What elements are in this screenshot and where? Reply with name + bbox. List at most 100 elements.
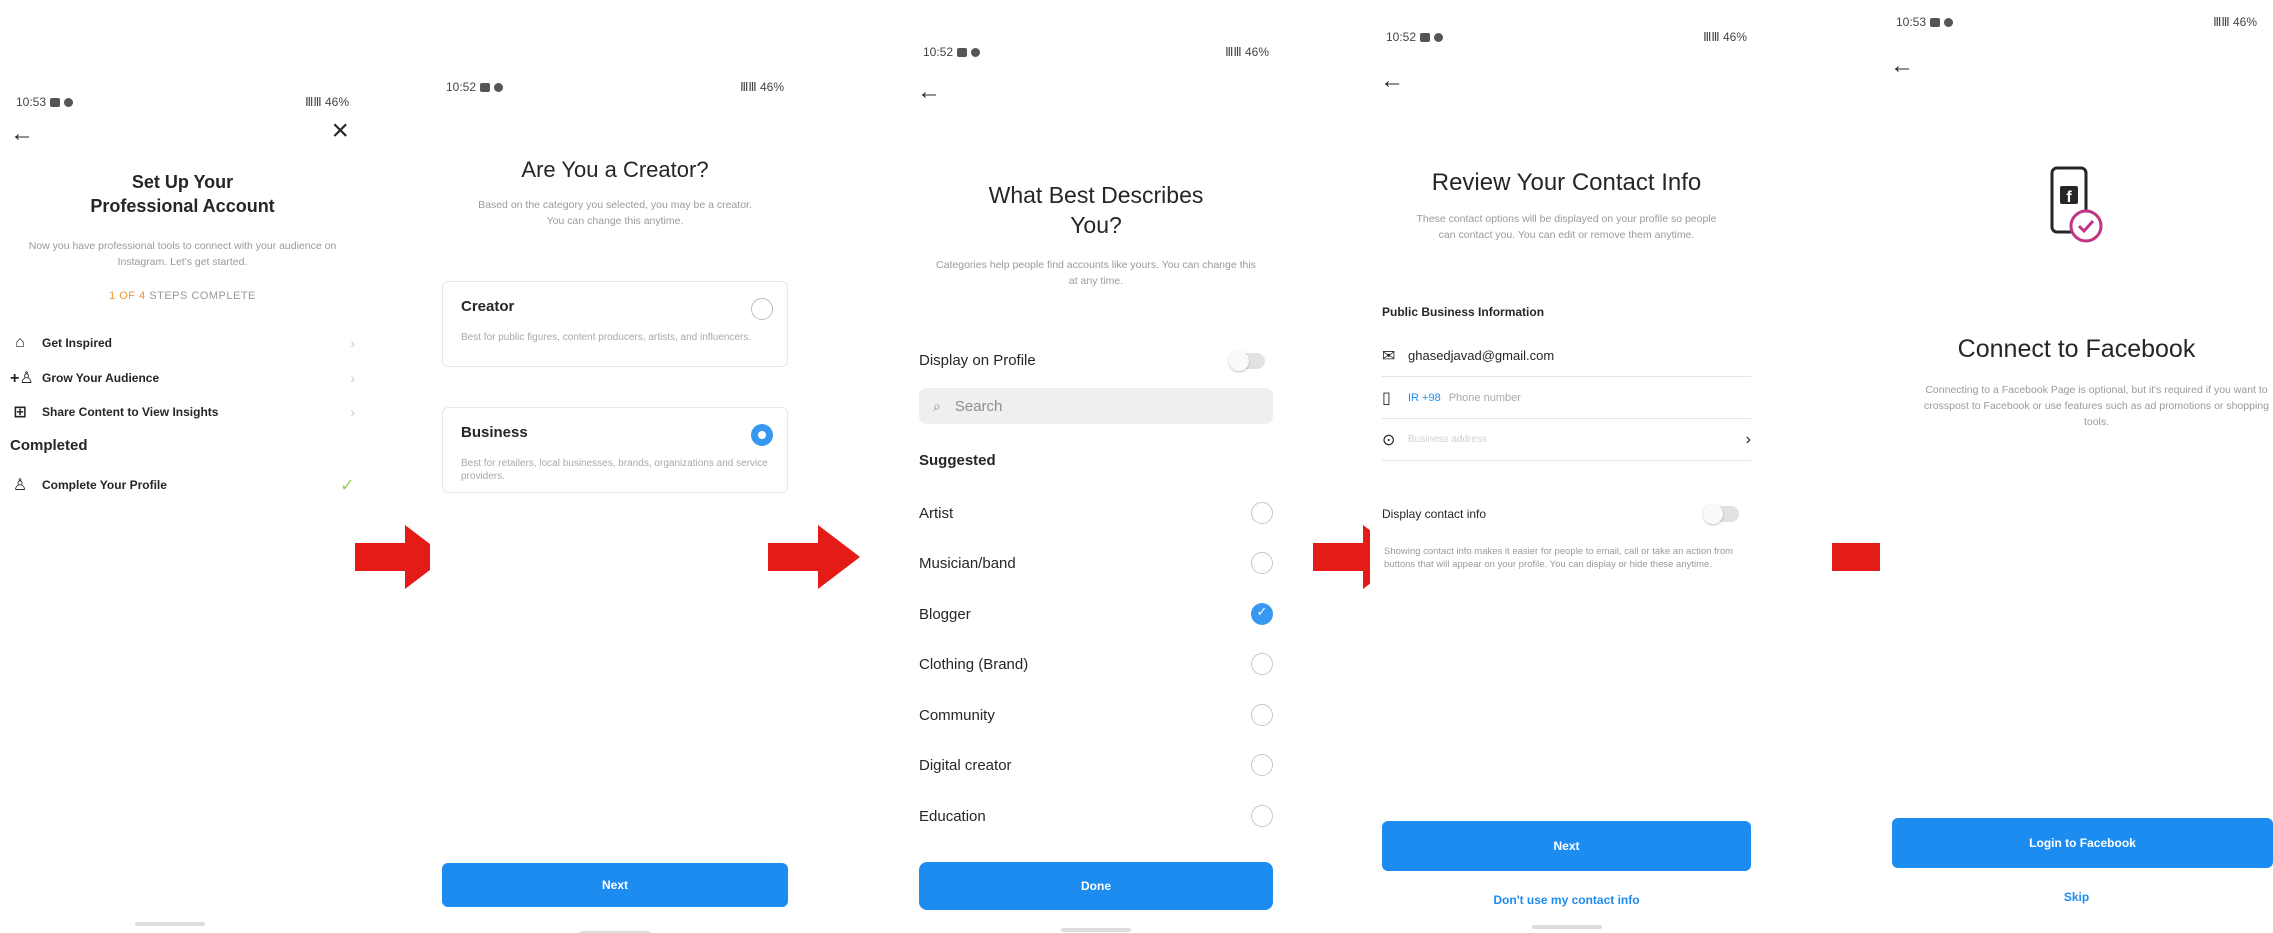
status-time: 10:53	[1896, 15, 1927, 29]
radio-unselected[interactable]	[1251, 704, 1273, 726]
category-item[interactable]: Education	[919, 801, 1273, 831]
email-value: ghasedjavad@gmail.com	[1408, 348, 1555, 363]
status-time: 10:53	[16, 95, 47, 109]
option-title: Business	[461, 424, 528, 441]
page-title: Review Your Contact Info	[1431, 169, 1702, 196]
back-arrow-icon[interactable]: ←	[917, 80, 941, 104]
step-get-inspired[interactable]: ⌂ Get Inspired ›	[10, 328, 355, 358]
phone-input[interactable]: Phone number	[1449, 392, 1521, 404]
step-complete-profile[interactable]: ♙ Complete Your Profile ✓	[10, 470, 355, 500]
steps-count: 1 OF 4	[109, 290, 146, 302]
page-subtitle: Based on the category you selected, you …	[478, 199, 752, 227]
steps-progress: 1 OF 4 STEPS COMPLETE	[0, 290, 365, 302]
radio-unselected[interactable]	[1251, 552, 1273, 574]
radio-unselected[interactable]	[1251, 754, 1273, 776]
radio-unselected[interactable]	[1251, 653, 1273, 675]
option-business[interactable]: Business Best for retailers, local busin…	[442, 407, 788, 493]
display-on-profile-toggle[interactable]	[1229, 351, 1265, 371]
category-label: Artist	[919, 504, 954, 522]
status-bar: 10:53 ⅢⅢ 46%	[16, 90, 349, 114]
email-field[interactable]: ✉ ghasedjavad@gmail.com	[1382, 335, 1751, 377]
dont-use-contact-info-link[interactable]: Don't use my contact info	[1370, 893, 1763, 907]
address-input[interactable]: Business address	[1408, 434, 1487, 445]
person-icon: ♙	[12, 477, 28, 494]
contact-info-description: Showing contact info makes it easier for…	[1384, 546, 1734, 570]
chevron-right-icon: ›	[1745, 430, 1751, 448]
page-subtitle: Categories help people find accounts lik…	[936, 259, 1256, 287]
chevron-right-icon: ›	[350, 404, 355, 420]
status-signal-battery: ⅢⅢ 46%	[740, 80, 784, 94]
svg-text:f: f	[2066, 189, 2072, 206]
display-contact-toggle[interactable]	[1703, 504, 1739, 524]
category-item[interactable]: Digital creator	[919, 750, 1273, 780]
message-icon	[50, 97, 61, 107]
back-arrow-icon[interactable]: ←	[10, 122, 34, 146]
status-time: 10:52	[1386, 30, 1417, 44]
category-item[interactable]: Musician/band	[919, 548, 1273, 578]
category-label: Digital creator	[919, 756, 1012, 774]
storefront-icon: ⌂	[15, 334, 25, 351]
message-icon	[1420, 32, 1431, 42]
plus-square-icon: ⊞	[13, 404, 27, 421]
red-arrow-2	[768, 525, 860, 589]
page-title: Connect to Facebook	[1957, 335, 2196, 363]
next-button[interactable]: Next	[1382, 821, 1751, 871]
close-icon[interactable]: ×	[331, 116, 349, 146]
suggested-heading: Suggested	[919, 452, 996, 469]
phone-icon: ▯	[1382, 389, 1391, 407]
address-field[interactable]: ⊙ Business address ›	[1382, 419, 1751, 461]
home-indicator	[1061, 928, 1131, 932]
category-item[interactable]: Community	[919, 700, 1273, 730]
page-title-line2: Professional Account	[90, 196, 275, 216]
page-title-line2: You?	[1070, 212, 1122, 238]
category-item[interactable]: Blogger	[919, 599, 1273, 629]
radio-unselected[interactable]	[1251, 805, 1273, 827]
phone-field[interactable]: ▯ IR +98 Phone number	[1382, 377, 1751, 419]
connect-facebook-screen: 10:53 ⅢⅢ 46% ← f Connect to Facebook Con…	[1880, 10, 2273, 933]
step-grow-audience[interactable]: +♙ Grow Your Audience ›	[10, 363, 355, 393]
page-title-line1: What Best Describes	[988, 182, 1204, 208]
page-title: Are You a Creator?	[521, 157, 709, 182]
search-bar[interactable]: ⌕ Search	[919, 388, 1273, 424]
option-creator[interactable]: Creator Best for public figures, content…	[442, 281, 788, 367]
section-heading: Public Business Information	[1382, 305, 1545, 319]
display-on-profile-label: Display on Profile	[919, 352, 1036, 369]
home-indicator	[135, 922, 205, 926]
category-screen: 10:52 ⅢⅢ 46% ← What Best Describes You? …	[907, 40, 1285, 933]
option-title: Creator	[461, 298, 515, 315]
setup-professional-account-screen: 10:53 ⅢⅢ 46% ← × Set Up Your Professiona…	[0, 90, 365, 933]
step-share-content[interactable]: ⊞ Share Content to View Insights ›	[10, 397, 355, 427]
done-button[interactable]: Done	[919, 862, 1273, 910]
search-input[interactable]: Search	[955, 398, 1003, 415]
radio-unselected[interactable]	[751, 298, 773, 320]
step-label: Get Inspired	[42, 336, 113, 350]
checkmark-icon: ✓	[339, 474, 355, 495]
notification-icon	[1944, 17, 1954, 27]
login-facebook-button[interactable]: Login to Facebook	[1892, 818, 2273, 868]
add-person-icon: +♙	[10, 370, 34, 387]
message-icon	[957, 47, 968, 57]
country-code[interactable]: IR +98	[1408, 392, 1441, 404]
chevron-right-icon: ›	[350, 335, 355, 351]
category-label: Clothing (Brand)	[919, 655, 1029, 673]
radio-unselected[interactable]	[1251, 502, 1273, 524]
category-item[interactable]: Clothing (Brand)	[919, 649, 1273, 679]
page-title-line1: Set Up Your	[131, 172, 234, 192]
radio-selected[interactable]	[751, 424, 773, 446]
back-arrow-icon[interactable]: ←	[1890, 54, 1914, 78]
steps-label: STEPS COMPLETE	[145, 290, 256, 302]
status-time: 10:52	[446, 80, 477, 94]
mail-icon: ✉	[1382, 347, 1396, 365]
category-item[interactable]: Artist	[919, 498, 1273, 528]
step-label: Complete Your Profile	[42, 478, 167, 492]
next-button[interactable]: Next	[442, 863, 788, 907]
radio-selected[interactable]	[1251, 603, 1273, 625]
category-label: Community	[919, 706, 995, 724]
chevron-right-icon: ›	[350, 370, 355, 386]
step-label: Grow Your Audience	[42, 371, 160, 385]
skip-link[interactable]: Skip	[1880, 890, 2273, 904]
facebook-phone-check-icon: f	[2050, 166, 2103, 243]
back-arrow-icon[interactable]: ←	[1380, 69, 1404, 93]
notification-icon	[494, 82, 504, 92]
option-desc: Best for retailers, local businesses, br…	[461, 458, 768, 482]
